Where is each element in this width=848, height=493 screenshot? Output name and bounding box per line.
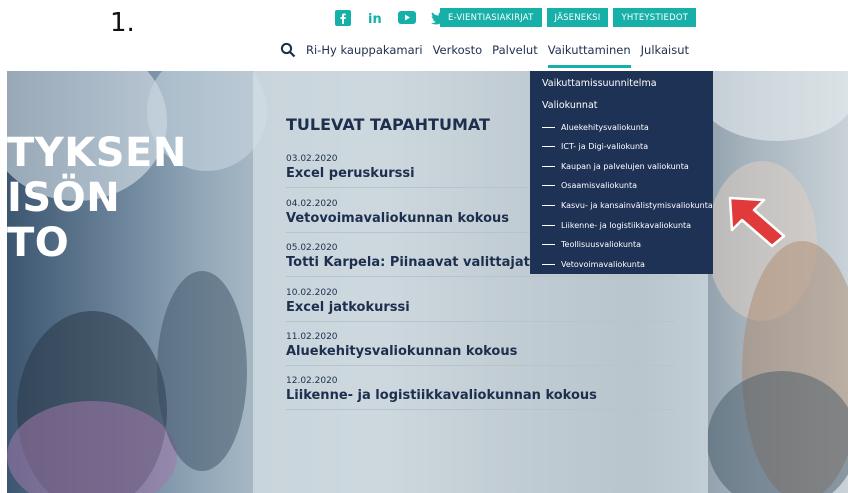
e-vientiasiakirjat-button[interactable]: E-VIENTIASIAKIRJAT [440,8,542,27]
svg-text:in: in [368,12,382,26]
dropdown-item-label: Aluekehitysvaliokunta [561,123,649,132]
vaikuttaminen-dropdown: Vaikuttamissuunnitelma Valiokunnat Aluek… [530,71,713,274]
dropdown-item[interactable]: ICT- ja Digi-valiokunta [542,142,648,151]
main-nav: Ri-Hy kauppakamari Verkosto Palvelut Vai… [280,41,699,68]
event-title: Excel jatkokurssi [286,300,410,315]
nav-vaikuttaminen[interactable]: Vaikuttaminen [547,43,631,68]
hero-heading: TYKSEN ISÖN TO [7,131,187,266]
dash-icon [542,224,555,227]
hero-line: ISÖN [7,175,121,221]
nav-ri-hy-kauppakamari[interactable]: Ri-Hy kauppakamari [306,43,423,57]
dropdown-item[interactable]: Teollisuusvaliokunta [542,240,641,249]
event-item[interactable]: 11.02.2020 Aluekehitysvaliokunnan kokous [286,332,675,366]
dropdown-item[interactable]: Liikenne- ja logistiikkavaliokunta [542,221,691,230]
dropdown-item[interactable]: Vetovoimavaliokunta [542,260,645,269]
dropdown-item-label: ICT- ja Digi-valiokunta [561,142,649,151]
event-item[interactable]: 10.02.2020 Excel jatkokurssi [286,288,675,322]
dash-icon [542,145,555,148]
dash-icon [542,165,555,168]
dropdown-item-label: Kasvu- ja kansainvälistymisvaliokunta [561,201,713,210]
dropdown-item-label: Kaupan ja palvelujen valiokunta [561,162,689,171]
hero-line: TYKSEN [7,130,187,176]
dropdown-valiokunnat[interactable]: Valiokunnat [542,100,598,111]
dash-icon [542,243,555,246]
event-item[interactable]: 12.02.2020 Liikenne- ja logistiikkavalio… [286,376,675,410]
dropdown-item[interactable]: Kasvu- ja kansainvälistymisvaliokunta [542,201,713,210]
event-title: Liikenne- ja logistiikkavaliokunnan koko… [286,388,597,403]
event-date: 11.02.2020 [286,332,338,342]
event-date: 12.02.2020 [286,376,338,386]
nav-julkaisut[interactable]: Julkaisut [641,43,689,57]
dropdown-item[interactable]: Kaupan ja palvelujen valiokunta [542,162,689,171]
jaseneksi-button[interactable]: JÄSENEKSI [546,8,609,27]
dropdown-item[interactable]: Osaamisvaliokunta [542,181,637,190]
nav-palvelut[interactable]: Palvelut [492,43,538,57]
hero-line: TO [7,220,70,266]
dropdown-item-label: Teollisuusvaliokunta [561,240,642,249]
top-buttons: E-VIENTIASIAKIRJAT JÄSENEKSI YHTEYSTIEDO… [440,8,697,27]
dash-icon [542,263,555,266]
dropdown-item-label: Vetovoimavaliokunta [561,260,645,269]
event-date: 10.02.2020 [286,288,338,298]
red-arrow-icon [718,188,788,254]
yhteystiedot-button[interactable]: YHTEYSTIEDOT [613,8,697,27]
event-title: Aluekehitysvaliokunnan kokous [286,344,518,359]
facebook-icon[interactable] [334,10,352,26]
nav-verkosto[interactable]: Verkosto [433,43,483,57]
linkedin-icon[interactable]: in [366,10,384,26]
dropdown-vaikuttamissuunnitelma[interactable]: Vaikuttamissuunnitelma [542,78,657,89]
search-icon[interactable] [280,42,296,58]
events-title: TULEVAT TAPAHTUMAT [286,115,490,134]
dropdown-item-label: Osaamisvaliokunta [561,181,637,190]
dash-icon [542,126,555,129]
youtube-icon[interactable] [398,10,416,26]
dash-icon [542,204,555,207]
dropdown-item-label: Liikenne- ja logistiikkavaliokunta [561,221,692,230]
step-number: 1. [110,8,135,38]
dropdown-item[interactable]: Aluekehitysvaliokunta [542,123,649,132]
dash-icon [542,184,555,187]
